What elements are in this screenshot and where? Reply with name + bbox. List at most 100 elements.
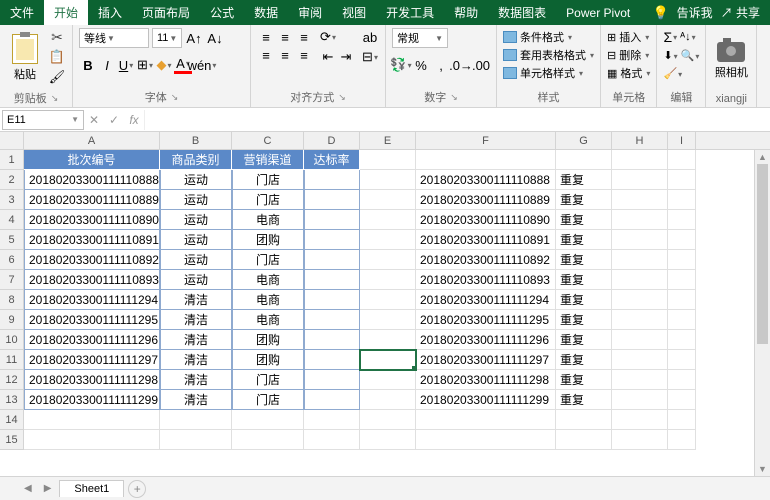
cell[interactable]	[556, 410, 612, 430]
cell[interactable]	[360, 350, 416, 370]
cell[interactable]	[612, 390, 668, 410]
phonetic-button[interactable]: wén▾	[193, 56, 211, 74]
cell[interactable]	[360, 390, 416, 410]
tab-view[interactable]: 视图	[332, 0, 376, 25]
tab-powerpivot[interactable]: Power Pivot	[556, 0, 640, 25]
cell[interactable]	[556, 430, 612, 450]
cell[interactable]: 20180203300111111295	[416, 310, 556, 330]
cell[interactable]: 20180203300111110890	[416, 210, 556, 230]
cell-style-button[interactable]: 单元格样式▾	[503, 64, 594, 82]
cell[interactable]: 清洁	[160, 290, 232, 310]
indent-dec-icon[interactable]: ⇤	[319, 48, 337, 66]
cell[interactable]	[668, 250, 696, 270]
row-head[interactable]: 5	[0, 230, 24, 250]
camera-button[interactable]: 照相机	[712, 28, 750, 88]
cell[interactable]	[304, 290, 360, 310]
cell[interactable]	[304, 430, 360, 450]
cell[interactable]: 团购	[232, 230, 304, 250]
cell[interactable]: 重复	[556, 350, 612, 370]
row-head[interactable]: 8	[0, 290, 24, 310]
cell[interactable]: 团购	[232, 350, 304, 370]
cell[interactable]: 20180203300111110891	[24, 230, 160, 250]
cell[interactable]	[668, 170, 696, 190]
cell[interactable]: 重复	[556, 210, 612, 230]
cell[interactable]: 电商	[232, 210, 304, 230]
cell[interactable]: 运动	[160, 170, 232, 190]
cell[interactable]: 20180203300111111296	[24, 330, 160, 350]
col-head[interactable]: I	[668, 132, 696, 149]
cell[interactable]: 门店	[232, 170, 304, 190]
row-head[interactable]: 13	[0, 390, 24, 410]
cell[interactable]: 重复	[556, 230, 612, 250]
col-head[interactable]: A	[24, 132, 160, 149]
cell[interactable]: 20180203300111111297	[416, 350, 556, 370]
cell[interactable]	[304, 350, 360, 370]
increase-font-icon[interactable]: A↑	[185, 29, 203, 47]
cell[interactable]: 清洁	[160, 350, 232, 370]
table-format-button[interactable]: 套用表格格式▾	[503, 46, 594, 64]
sheet-tab[interactable]: Sheet1	[59, 480, 124, 497]
cell[interactable]	[304, 310, 360, 330]
cell[interactable]	[304, 250, 360, 270]
row-head[interactable]: 4	[0, 210, 24, 230]
cell[interactable]	[304, 410, 360, 430]
cell[interactable]	[24, 410, 160, 430]
expand-icon[interactable]: ↘	[338, 92, 346, 103]
tab-help[interactable]: 帮助	[444, 0, 488, 25]
cell[interactable]	[668, 230, 696, 250]
cell[interactable]: 20180203300111110888	[24, 170, 160, 190]
cell[interactable]: 团购	[232, 330, 304, 350]
cell[interactable]	[668, 270, 696, 290]
cell[interactable]	[612, 270, 668, 290]
tab-nav-prev[interactable]: ◀	[20, 483, 36, 494]
row-head[interactable]: 15	[0, 430, 24, 450]
cell[interactable]	[668, 330, 696, 350]
italic-button[interactable]: I	[98, 56, 116, 74]
row-head[interactable]: 9	[0, 310, 24, 330]
cell[interactable]: 清洁	[160, 370, 232, 390]
cell[interactable]	[360, 230, 416, 250]
number-format-select[interactable]: 常规▼	[392, 28, 448, 48]
cell[interactable]	[304, 210, 360, 230]
autosum-button[interactable]: Σ▾	[663, 29, 677, 45]
cell[interactable]: 门店	[232, 250, 304, 270]
tab-data[interactable]: 数据	[244, 0, 288, 25]
cell[interactable]	[668, 150, 696, 170]
row-head[interactable]: 3	[0, 190, 24, 210]
expand-icon[interactable]: ↘	[171, 92, 179, 103]
cell[interactable]	[360, 250, 416, 270]
orientation-button[interactable]: ⟳▾	[319, 28, 337, 46]
cell[interactable]	[416, 430, 556, 450]
cell[interactable]	[232, 430, 304, 450]
cell[interactable]: 20180203300111111295	[24, 310, 160, 330]
cell[interactable]	[668, 210, 696, 230]
cell[interactable]	[668, 190, 696, 210]
cell[interactable]	[304, 270, 360, 290]
scroll-down-icon[interactable]: ▼	[755, 462, 770, 476]
sort-filter-button[interactable]: ᴬ↓▾	[680, 31, 696, 43]
copy-button[interactable]: 📋	[48, 48, 66, 66]
cell[interactable]: 20180203300111111294	[24, 290, 160, 310]
tell-me[interactable]: 告诉我	[677, 4, 713, 21]
cell[interactable]	[304, 370, 360, 390]
cell[interactable]	[612, 410, 668, 430]
comma-button[interactable]: ,	[432, 56, 450, 74]
cell[interactable]: 20180203300111111297	[24, 350, 160, 370]
enter-icon[interactable]: ✓	[104, 113, 124, 127]
cell[interactable]: 20180203300111110890	[24, 210, 160, 230]
underline-button[interactable]: U▾	[117, 56, 135, 74]
cancel-icon[interactable]: ✕	[84, 113, 104, 127]
cell[interactable]: 运动	[160, 270, 232, 290]
tab-home[interactable]: 开始	[44, 0, 88, 25]
tab-layout[interactable]: 页面布局	[132, 0, 200, 25]
row-head[interactable]: 6	[0, 250, 24, 270]
cell[interactable]: 20180203300111111299	[416, 390, 556, 410]
cell[interactable]: 20180203300111111294	[416, 290, 556, 310]
insert-cells-button[interactable]: ⊞ 插入 ▾	[607, 28, 650, 46]
cell[interactable]	[24, 430, 160, 450]
cell[interactable]	[304, 230, 360, 250]
row-head[interactable]: 12	[0, 370, 24, 390]
cell[interactable]	[304, 190, 360, 210]
expand-icon[interactable]: ↘	[51, 93, 59, 104]
cell[interactable]: 达标率	[304, 150, 360, 170]
